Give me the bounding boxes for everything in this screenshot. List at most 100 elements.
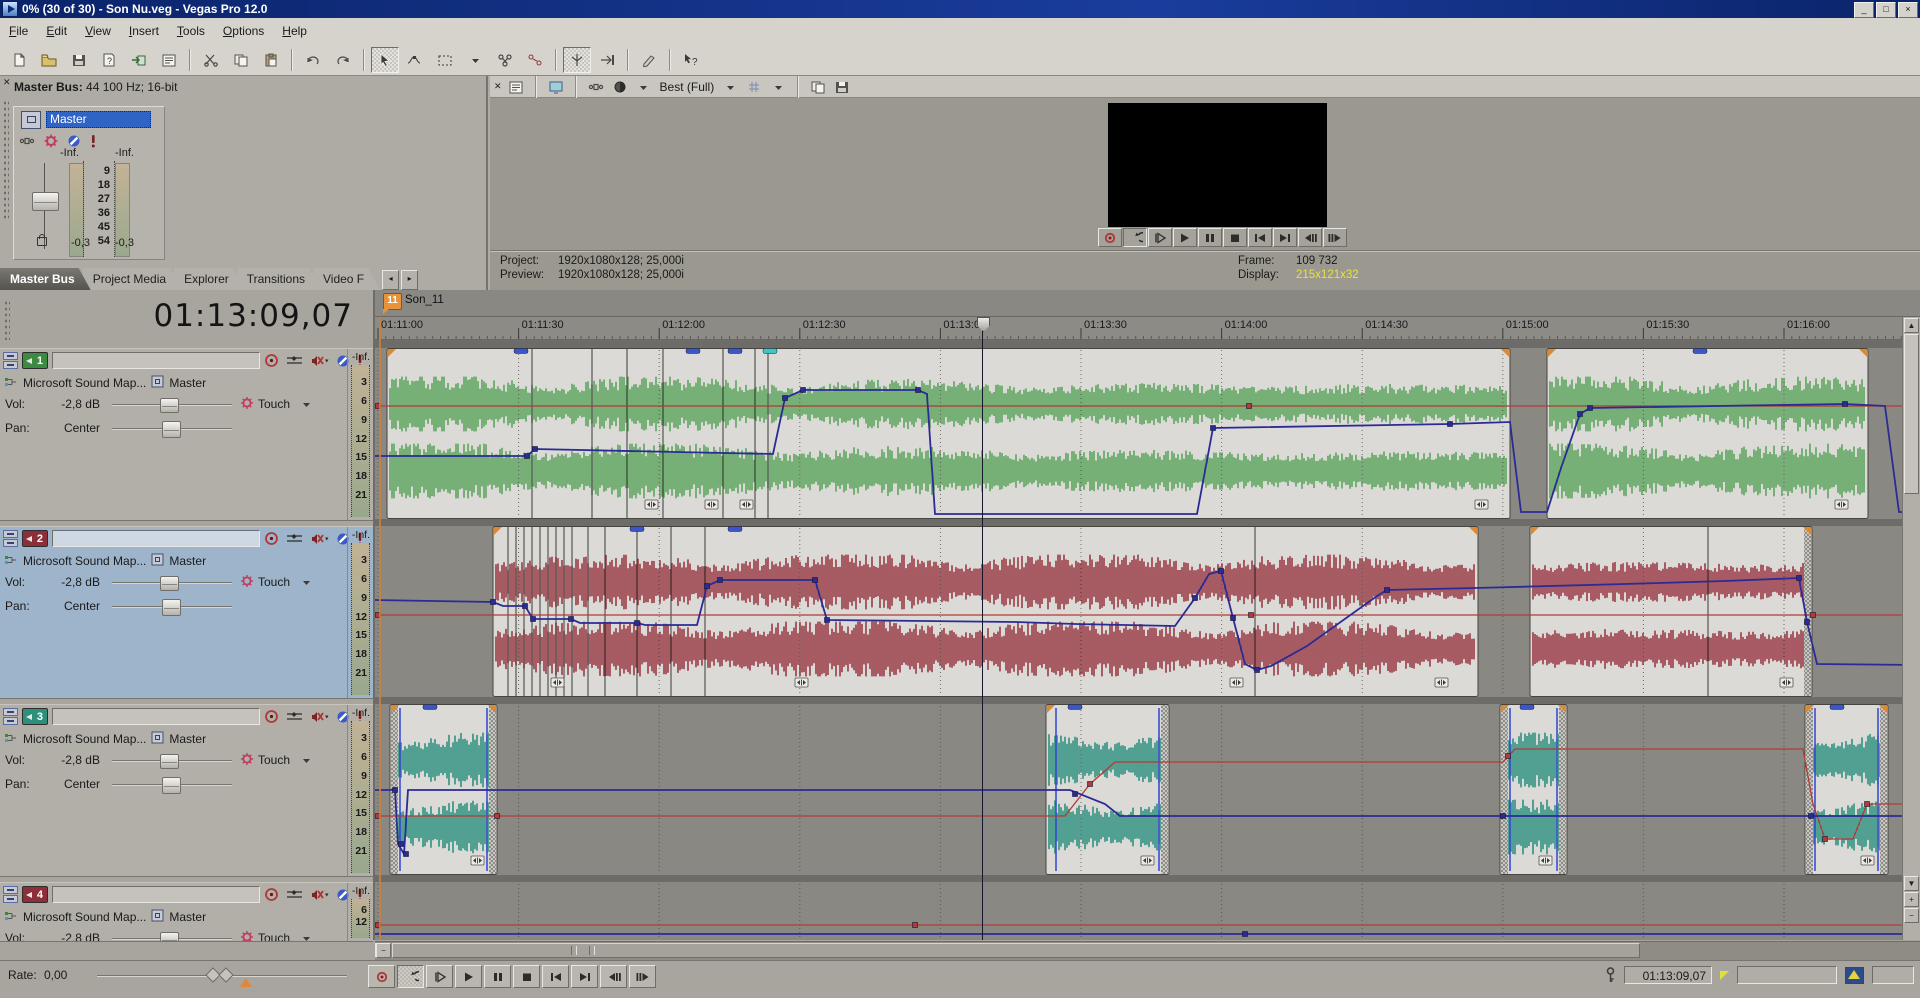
- volume-slider-thumb[interactable]: [160, 398, 179, 413]
- loop-button[interactable]: [1123, 228, 1147, 247]
- menu-edit[interactable]: Edit: [37, 21, 76, 41]
- automation-dropdown-icon[interactable]: [302, 753, 311, 770]
- selection-edit-tool-button[interactable]: [431, 47, 459, 73]
- pan-slider-thumb[interactable]: [162, 777, 181, 794]
- external-monitor-icon[interactable]: [546, 78, 566, 96]
- quality-dropdown2-icon[interactable]: [720, 78, 740, 96]
- overlay-dropdown-icon[interactable]: [768, 78, 788, 96]
- automation-gear-icon[interactable]: [240, 574, 254, 591]
- normal-edit-tool-button[interactable]: [371, 47, 399, 73]
- pan-slider-thumb[interactable]: [162, 599, 181, 616]
- record-button[interactable]: [368, 965, 395, 988]
- menu-file[interactable]: File: [0, 21, 37, 41]
- play-button[interactable]: [1173, 228, 1197, 247]
- tab-video-f[interactable]: Video F: [313, 268, 380, 290]
- track-name-field[interactable]: [52, 708, 260, 725]
- pause-button[interactable]: [484, 965, 511, 988]
- preview-properties-icon[interactable]: [506, 78, 526, 96]
- track-icon[interactable]: 3: [22, 708, 48, 725]
- enable-snapping-button[interactable]: [563, 47, 591, 73]
- automation-dropdown-icon[interactable]: [302, 931, 311, 942]
- media-manager-button[interactable]: [155, 47, 183, 73]
- go-to-end-button[interactable]: [571, 965, 598, 988]
- project-properties-button[interactable]: ?: [95, 47, 123, 73]
- automation-dropdown-icon[interactable]: [302, 575, 311, 592]
- pan-value[interactable]: Center: [48, 599, 100, 613]
- tab-explorer[interactable]: Explorer: [174, 268, 245, 290]
- track-header-3[interactable]: 3Microsoft Sound Map...MasterVol:-2,8 dB…: [0, 704, 373, 877]
- horizontal-scroll-thumb[interactable]: [392, 943, 1640, 958]
- stop-button[interactable]: [1223, 228, 1247, 247]
- automation-gear-icon[interactable]: [240, 930, 254, 942]
- lock-icon[interactable]: [37, 237, 47, 246]
- import-media-button[interactable]: [125, 47, 153, 73]
- group-events-button[interactable]: [491, 47, 519, 73]
- play-button[interactable]: [455, 965, 482, 988]
- quality-dropdown-icon[interactable]: [634, 78, 654, 96]
- automation-mode[interactable]: Touch: [258, 753, 290, 767]
- menu-help[interactable]: Help: [273, 21, 316, 41]
- track-zoom-in-icon[interactable]: +: [1904, 892, 1919, 907]
- play-from-start-button[interactable]: [1148, 228, 1172, 247]
- track-icon[interactable]: 1: [22, 352, 48, 369]
- fx-gear-icon[interactable]: [44, 134, 58, 151]
- vertical-scroll-thumb[interactable]: [1904, 334, 1919, 494]
- timeline-lane-3[interactable]: [375, 704, 1920, 875]
- menu-tools[interactable]: Tools: [168, 21, 214, 41]
- marker-flag[interactable]: 11: [383, 293, 402, 310]
- save-snapshot-icon[interactable]: [832, 78, 852, 96]
- menu-view[interactable]: View: [76, 21, 120, 41]
- volume-slider-thumb[interactable]: [160, 576, 179, 591]
- timeline-lane-2[interactable]: [375, 526, 1920, 697]
- track-device-name[interactable]: Microsoft Sound Map...: [23, 376, 146, 390]
- track-minmax-buttons[interactable]: [3, 708, 18, 726]
- go-to-end-button[interactable]: [1273, 228, 1297, 247]
- automation-mode[interactable]: Touch: [258, 397, 290, 411]
- auto-ripple-button[interactable]: [593, 47, 621, 73]
- mute-icon[interactable]: [310, 355, 329, 370]
- go-to-start-button[interactable]: [542, 965, 569, 988]
- copy-button[interactable]: [227, 47, 255, 73]
- track-icon[interactable]: 2: [22, 530, 48, 547]
- track-name-field[interactable]: [52, 352, 260, 369]
- preview-quality-label[interactable]: Best (Full): [658, 80, 717, 94]
- save-project-button[interactable]: [65, 47, 93, 73]
- go-to-start-button[interactable]: [1248, 228, 1272, 247]
- track-zoom-out-icon[interactable]: −: [1904, 908, 1919, 923]
- volume-value[interactable]: -2,8 dB: [48, 753, 100, 767]
- close-icon[interactable]: ✕: [494, 82, 502, 91]
- whats-this-help-button[interactable]: ?: [677, 47, 705, 73]
- marker-bar[interactable]: 11 Son_11: [375, 290, 1920, 317]
- selection-length-field[interactable]: [1872, 966, 1914, 984]
- pen-tool-button[interactable]: [635, 47, 663, 73]
- menu-insert[interactable]: Insert: [120, 21, 168, 41]
- bus-properties-icon[interactable]: [21, 111, 41, 129]
- horizontal-scrollbar[interactable]: ◀ ▶ + −: [375, 941, 1920, 960]
- paste-button[interactable]: [257, 47, 285, 73]
- record-arm-icon[interactable]: [264, 709, 279, 727]
- automation-mode[interactable]: Touch: [258, 575, 290, 589]
- timeline-lane-1[interactable]: [375, 348, 1920, 519]
- track-minmax-buttons[interactable]: [3, 530, 18, 548]
- ungroup-events-button[interactable]: [521, 47, 549, 73]
- volume-value[interactable]: -2,8 dB: [48, 575, 100, 589]
- record-arm-icon[interactable]: [264, 531, 279, 549]
- previous-frame-button[interactable]: [600, 965, 627, 988]
- volume-value[interactable]: -2.8 dB: [48, 931, 100, 942]
- next-frame-button[interactable]: [1323, 228, 1347, 247]
- undo-button[interactable]: [299, 47, 327, 73]
- copy-snapshot-icon[interactable]: [808, 78, 828, 96]
- bus-assignment-icon[interactable]: [151, 553, 164, 569]
- open-project-button[interactable]: [35, 47, 63, 73]
- track-icon[interactable]: 4: [22, 886, 48, 903]
- volume-slider-thumb[interactable]: [160, 932, 179, 942]
- pan-value[interactable]: Center: [48, 421, 100, 435]
- volume-slider-thumb[interactable]: [160, 754, 179, 769]
- automation-settings-icon[interactable]: [286, 711, 303, 725]
- new-project-button[interactable]: [5, 47, 33, 73]
- track-device-name[interactable]: Microsoft Sound Map...: [23, 732, 146, 746]
- pause-button[interactable]: [1198, 228, 1222, 247]
- track-header-1[interactable]: 1Microsoft Sound Map...MasterVol:-2,8 dB…: [0, 348, 373, 521]
- automation-gear-icon[interactable]: [240, 396, 254, 413]
- time-display-grip[interactable]: [4, 300, 10, 340]
